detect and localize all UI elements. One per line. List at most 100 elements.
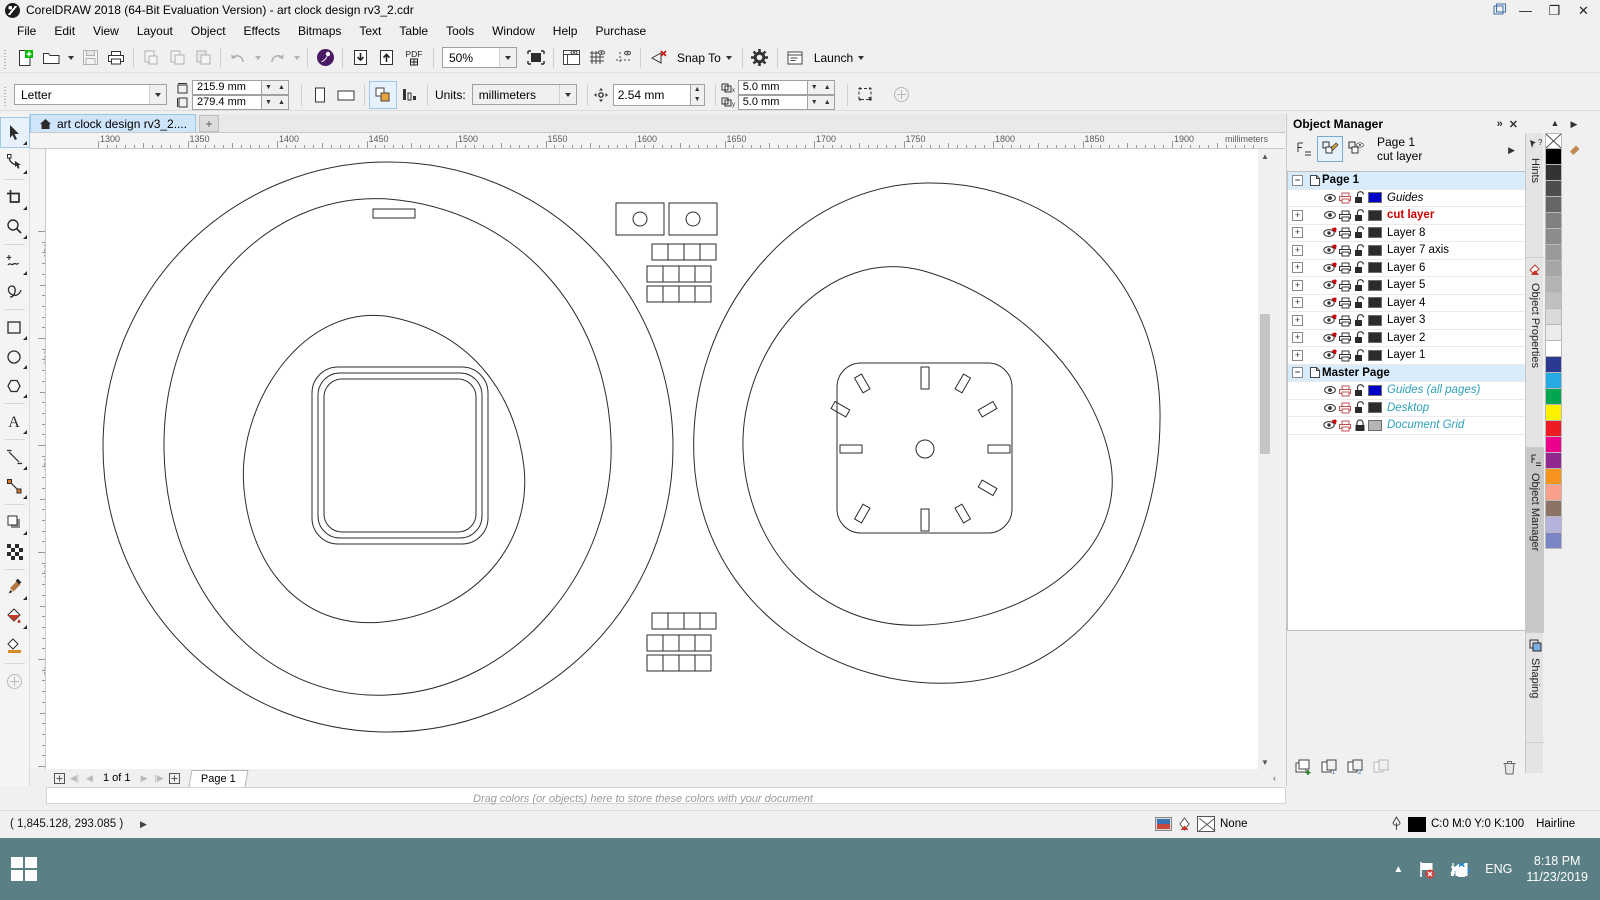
menu-purchase[interactable]: Purchase (586, 22, 655, 40)
nudge-offset-input[interactable]: 2.54 mm (612, 83, 691, 106)
layer-lock-icon[interactable] (1352, 296, 1367, 309)
layer-lock-icon[interactable] (1352, 313, 1367, 327)
layer-printable-icon[interactable] (1337, 349, 1352, 362)
layer-color-swatch[interactable] (1368, 332, 1382, 344)
layer-printable-icon[interactable] (1337, 331, 1352, 344)
ellipse-tool[interactable] (1, 342, 29, 371)
menu-edit[interactable]: Edit (45, 22, 84, 40)
quick-customize-tool[interactable] (1, 667, 29, 696)
palette-scroll-up-button[interactable]: ▲ (1545, 114, 1565, 132)
next-page-button[interactable]: ▶ (137, 770, 152, 786)
page-width-down[interactable]: ▼ (262, 80, 275, 94)
docker-tab-object-properties[interactable]: Object Properties (1526, 258, 1544, 448)
flyout-arrow-icon[interactable] (22, 596, 27, 600)
color-swatch[interactable] (1545, 389, 1562, 405)
new-layer-icon[interactable] (1295, 759, 1313, 775)
menu-effects[interactable]: Effects (235, 22, 289, 40)
layer-color-swatch[interactable] (1368, 384, 1382, 396)
layer-color-swatch[interactable] (1368, 262, 1382, 274)
duplicate-y-input[interactable]: 5.0 mm (737, 94, 808, 110)
duplicate-x-spinner[interactable]: ▼ ▲ (807, 79, 835, 95)
layer-expander[interactable]: + (1292, 209, 1303, 221)
page-width-up[interactable]: ▲ (275, 80, 288, 94)
flyout-arrow-icon[interactable] (22, 365, 27, 369)
color-swatch[interactable] (1545, 453, 1562, 469)
layer-color-swatch[interactable] (1368, 279, 1382, 291)
flyout-arrow-icon[interactable] (22, 466, 27, 470)
color-swatch[interactable] (1545, 149, 1562, 165)
color-swatch[interactable] (1545, 357, 1562, 373)
layer-list-row[interactable]: Guides (all pages) (1288, 382, 1526, 400)
redo-dropdown-button[interactable] (290, 45, 303, 71)
snap-off-button[interactable] (645, 45, 671, 71)
duplicate-y-down[interactable]: ▼ (807, 95, 821, 109)
layer-color-swatch[interactable] (1368, 244, 1382, 256)
nudge-down[interactable]: ▼ (690, 94, 704, 105)
menu-text[interactable]: Text (350, 22, 390, 40)
menu-window[interactable]: Window (483, 22, 544, 40)
restore-down-icon[interactable] (1492, 3, 1508, 18)
color-swatch[interactable] (1545, 437, 1562, 453)
new-document-button[interactable] (12, 45, 38, 71)
layer-list-row[interactable]: Guides (1288, 190, 1526, 207)
menu-layout[interactable]: Layout (128, 22, 182, 40)
color-swatch[interactable] (1545, 277, 1562, 293)
layer-visibility-eye-icon[interactable] (1322, 297, 1337, 309)
pick-tool[interactable] (0, 117, 30, 148)
layer-list-row[interactable]: Document Grid (1288, 417, 1526, 435)
clock[interactable]: 8:18 PM 11/23/2019 (1526, 853, 1588, 885)
flyout-arrow-icon[interactable] (22, 206, 27, 210)
snap-to-button[interactable]: Snap To (671, 48, 738, 68)
docker-tab-shaping[interactable]: Shaping (1526, 633, 1544, 743)
scroll-down-button[interactable]: ▼ (1258, 755, 1272, 769)
menu-table[interactable]: Table (390, 22, 437, 40)
color-swatch[interactable] (1545, 405, 1562, 421)
layer-color-swatch[interactable] (1368, 192, 1382, 204)
layer-expander[interactable]: + (1292, 314, 1303, 326)
nudge-offset-spinner[interactable]: ▲ ▼ (690, 83, 705, 106)
color-swatch[interactable] (1545, 293, 1562, 309)
layer-color-swatch[interactable] (1368, 297, 1382, 309)
layer-list-row[interactable]: + Layer 5 (1288, 277, 1526, 295)
property-bar-grip[interactable] (3, 83, 10, 106)
interactive-fill-tool[interactable] (1, 602, 29, 631)
flag-alert-icon[interactable] (1417, 860, 1436, 879)
flyout-arrow-icon[interactable] (22, 271, 27, 275)
scroll-up-button[interactable]: ▲ (1258, 149, 1272, 163)
layer-list-row[interactable]: + Layer 2 (1288, 330, 1526, 347)
rectangle-tool[interactable] (1, 313, 29, 342)
layer-lock-icon[interactable] (1352, 278, 1367, 292)
page-height-down[interactable]: ▼ (262, 95, 275, 109)
layer-visibility-eye-icon[interactable] (1322, 402, 1337, 414)
undo-dropdown-button[interactable] (251, 45, 264, 71)
layer-printable-icon[interactable] (1337, 384, 1352, 397)
last-page-button[interactable]: |▶ (152, 770, 167, 786)
duplicate-x-up[interactable]: ▲ (820, 80, 834, 94)
layer-lock-icon[interactable] (1352, 383, 1367, 397)
open-document-button[interactable] (38, 45, 64, 71)
horizontal-ruler[interactable]: 1300 1350 1400 1450 1500 1550 1600 1650 1700 1750… (30, 133, 1285, 149)
corel-connect-button[interactable] (312, 45, 338, 71)
export-button[interactable] (373, 45, 399, 71)
layer-visibility-eye-icon[interactable] (1322, 349, 1337, 361)
layer-printable-icon[interactable] (1337, 209, 1352, 222)
color-swatch[interactable] (1545, 229, 1562, 245)
layer-visibility-eye-icon[interactable] (1322, 244, 1337, 256)
color-swatch[interactable] (1545, 373, 1562, 389)
chevron-right-icon[interactable]: ▶ (1508, 136, 1521, 156)
layer-lock-icon[interactable] (1352, 243, 1367, 257)
show-grid-button[interactable] (584, 45, 610, 71)
layer-list-row[interactable]: Desktop (1288, 400, 1526, 417)
layer-lock-icon[interactable] (1352, 208, 1367, 222)
landscape-orientation-button[interactable] (333, 82, 359, 108)
auto-hide-pin-icon[interactable]: » (1497, 118, 1503, 131)
options-button[interactable] (747, 45, 773, 71)
layer-list-row[interactable]: + Layer 6 (1288, 260, 1526, 277)
layer-printable-icon[interactable] (1337, 226, 1352, 239)
duplicate-x-down[interactable]: ▼ (807, 80, 821, 94)
show-guides-button[interactable] (610, 45, 636, 71)
flyout-arrow-icon[interactable] (22, 141, 27, 145)
text-tool[interactable]: A (1, 407, 29, 436)
menu-help[interactable]: Help (544, 22, 587, 40)
layer-lock-icon[interactable] (1352, 191, 1367, 204)
